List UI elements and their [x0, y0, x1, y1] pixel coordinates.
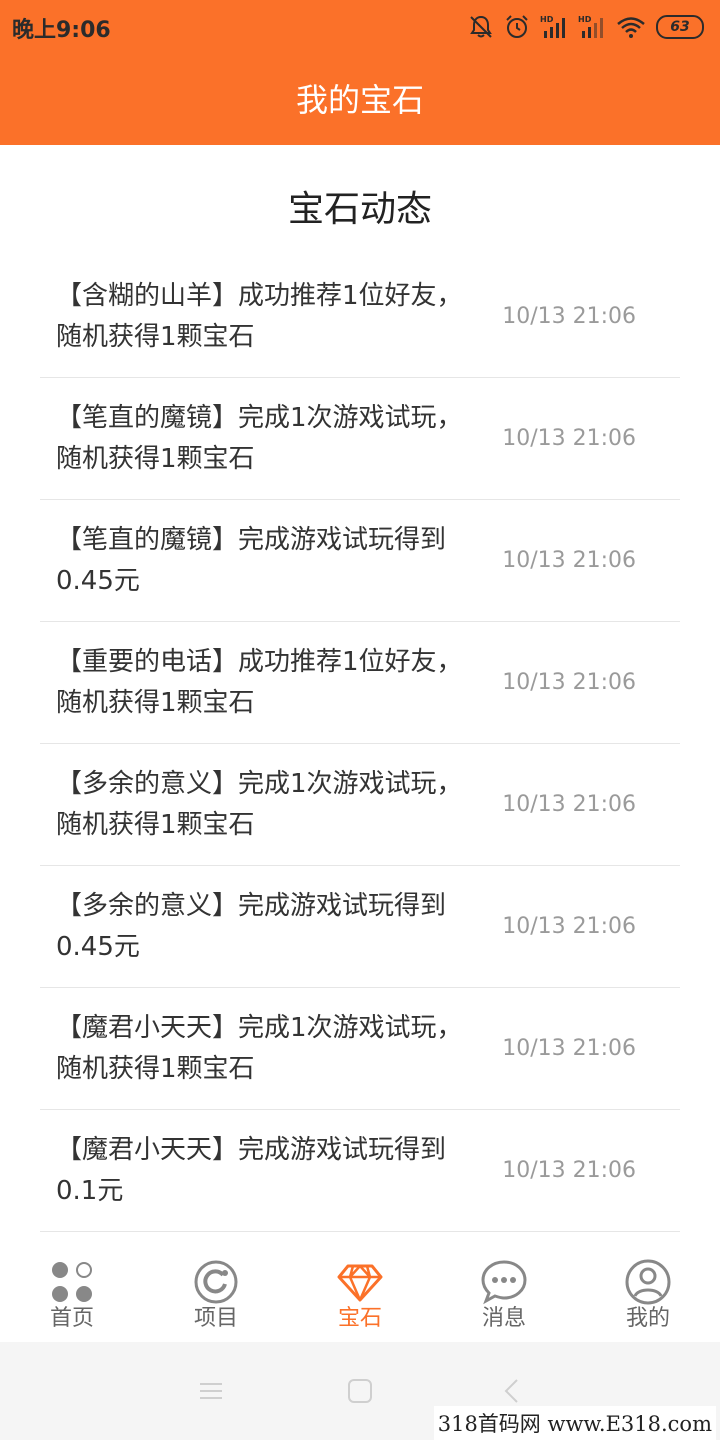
wifi-icon [617, 17, 645, 38]
activity-time: 10/13 21:06 [502, 1158, 636, 1183]
status-icons: HD HD 63 [468, 12, 704, 42]
list-item[interactable]: 【魔君小天天】完成游戏试玩得到0.1元 10/13 21:06 [40, 1110, 680, 1232]
tab-home[interactable]: 首页 [0, 1232, 144, 1342]
status-bar: 晚上9:06 HD HD 63 [0, 0, 720, 56]
menu-icon[interactable] [196, 1376, 226, 1406]
activity-time: 10/13 21:06 [502, 914, 636, 939]
activity-time: 10/13 21:06 [502, 1036, 636, 1061]
activity-time: 10/13 21:06 [502, 792, 636, 817]
tab-gem[interactable]: 宝石 [288, 1232, 432, 1342]
activity-text: 【多余的意义】完成游戏试玩得到0.45元 [56, 891, 447, 962]
gem-activity-list: 【含糊的山羊】成功推荐1位好友，随机获得1颗宝石 10/13 21:06 【笔直… [40, 256, 680, 1232]
tab-project[interactable]: 项目 [144, 1232, 288, 1342]
tab-label: 首页 [49, 1306, 94, 1331]
back-icon[interactable] [497, 1376, 527, 1406]
svg-text:HD: HD [540, 15, 554, 24]
home-square-icon[interactable] [345, 1376, 375, 1406]
activity-time: 10/13 21:06 [502, 426, 636, 451]
activity-text: 【魔君小天天】完成1次游戏试玩，随机获得1颗宝石 [56, 1013, 463, 1084]
list-item[interactable]: 【重要的电话】成功推荐1位好友，随机获得1颗宝石 10/13 21:06 [40, 622, 680, 744]
tab-label: 消息 [481, 1306, 526, 1331]
list-item[interactable]: 【魔君小天天】完成1次游戏试玩，随机获得1颗宝石 10/13 21:06 [40, 988, 680, 1110]
list-item[interactable]: 【笔直的魔镜】完成1次游戏试玩，随机获得1颗宝石 10/13 21:06 [40, 378, 680, 500]
tab-mine[interactable]: 我的 [576, 1232, 720, 1342]
page-title: 我的宝石 [0, 56, 720, 145]
tab-label: 我的 [625, 1306, 670, 1331]
activity-time: 10/13 21:06 [502, 548, 636, 573]
activity-time: 10/13 21:06 [502, 304, 636, 329]
activity-text: 【笔直的魔镜】完成1次游戏试玩，随机获得1颗宝石 [56, 403, 463, 474]
message-bubble-icon [481, 1260, 527, 1305]
battery-icon: 63 [656, 15, 704, 39]
list-item[interactable]: 【笔直的魔镜】完成游戏试玩得到0.45元 10/13 21:06 [40, 500, 680, 622]
svg-text:HD: HD [578, 15, 592, 24]
alarm-icon [506, 15, 528, 38]
gem-icon [337, 1264, 383, 1302]
profile-icon [625, 1259, 671, 1305]
hd-signal-icon: HD [578, 15, 603, 38]
activity-text: 【含糊的山羊】成功推荐1位好友，随机获得1颗宝石 [56, 281, 463, 352]
activity-text: 【魔君小天天】完成游戏试玩得到0.1元 [56, 1135, 447, 1206]
list-item[interactable]: 【多余的意义】完成游戏试玩得到0.45元 10/13 21:06 [40, 866, 680, 988]
status-time: 晚上9:06 [12, 18, 111, 43]
mute-icon [470, 15, 492, 38]
list-item[interactable]: 【多余的意义】完成1次游戏试玩，随机获得1颗宝石 10/13 21:06 [40, 744, 680, 866]
list-item[interactable]: 【含糊的山羊】成功推荐1位好友，随机获得1颗宝石 10/13 21:06 [40, 256, 680, 378]
home-dots-icon [52, 1262, 92, 1302]
section-title: 宝石动态 [287, 189, 432, 230]
bottom-tab-bar: 首页 项目 宝石 消息 我的 [0, 1232, 720, 1342]
watermark: 318首码网 www.E318.com [433, 1406, 716, 1440]
tab-label: 宝石 [337, 1306, 382, 1331]
project-refresh-icon [194, 1260, 238, 1304]
activity-text: 【重要的电话】成功推荐1位好友，随机获得1颗宝石 [56, 647, 463, 718]
tab-messages[interactable]: 消息 [432, 1232, 576, 1342]
tab-label: 项目 [193, 1306, 238, 1331]
activity-text: 【多余的意义】完成1次游戏试玩，随机获得1颗宝石 [56, 769, 463, 840]
activity-text: 【笔直的魔镜】完成游戏试玩得到0.45元 [56, 525, 447, 596]
hd-signal-icon: HD [540, 15, 565, 38]
activity-time: 10/13 21:06 [502, 670, 636, 695]
